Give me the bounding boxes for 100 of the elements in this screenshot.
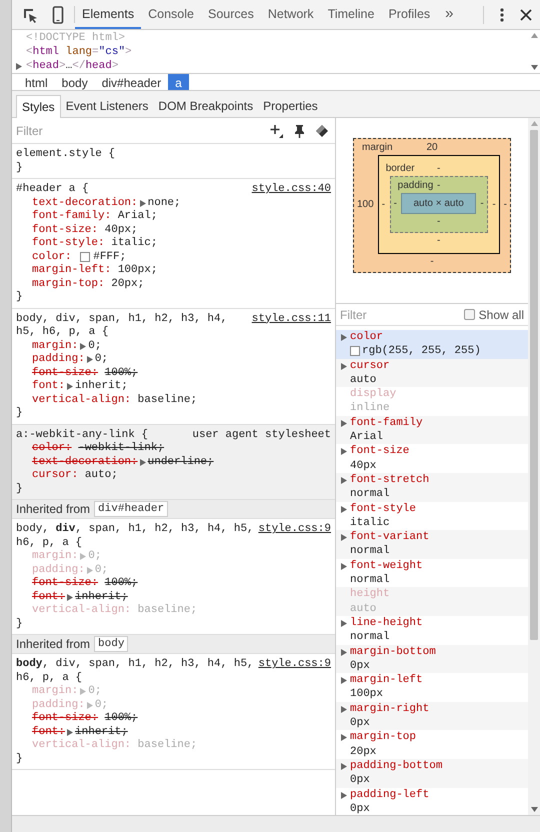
computed-row[interactable]: font-variant normal bbox=[336, 530, 528, 559]
computed-row[interactable]: padding-bottom 0px bbox=[336, 758, 528, 788]
expand-arrow-icon[interactable] bbox=[340, 447, 348, 456]
panel-tab[interactable]: Elements bbox=[75, 0, 142, 29]
more-tabs-button[interactable]: » bbox=[437, 0, 462, 29]
property-name: font-variant bbox=[350, 530, 430, 544]
expand-arrow-icon[interactable] bbox=[340, 648, 348, 657]
color-swatch[interactable] bbox=[80, 252, 90, 262]
phone-icon[interactable] bbox=[52, 6, 64, 24]
sidebar-tab[interactable]: Styles bbox=[16, 95, 61, 118]
source-link[interactable]: style.css:11 bbox=[252, 312, 331, 326]
property-value: baseline; bbox=[138, 394, 198, 407]
property-name: margin-bottom bbox=[350, 644, 436, 659]
expand-arrow-icon[interactable] bbox=[79, 342, 88, 351]
property-name: font-style bbox=[350, 502, 416, 516]
expand-arrow-icon[interactable] bbox=[340, 476, 348, 485]
expand-arrow-icon[interactable] bbox=[138, 198, 147, 208]
property-name: font: bbox=[32, 726, 66, 739]
box-value: - bbox=[492, 198, 496, 212]
pin-icon[interactable] bbox=[294, 124, 305, 138]
more-icon[interactable] bbox=[500, 6, 504, 22]
expand-arrow-icon[interactable] bbox=[340, 790, 348, 800]
property-name: margin-left: bbox=[32, 264, 112, 278]
source-link[interactable]: style.css:9 bbox=[258, 658, 331, 672]
sidebar-tab[interactable]: Event Listeners bbox=[60, 95, 154, 117]
source-link[interactable]: style.css:9 bbox=[258, 523, 331, 536]
computed-row[interactable]: padding-left 0px bbox=[336, 788, 528, 815]
breadcrumb-item[interactable]: a bbox=[168, 74, 189, 90]
property-name: padding: bbox=[32, 353, 85, 366]
property-value: inherit; bbox=[75, 380, 128, 394]
breadcrumb-item[interactable]: body bbox=[54, 74, 95, 90]
breadcrumb-item[interactable]: div#header bbox=[94, 74, 168, 90]
css-selector: body, div, span, h1, h2, h3, h4, h5, h6, p, a { bbox=[16, 523, 254, 550]
node-link[interactable]: body bbox=[94, 636, 128, 652]
markup-text: > bbox=[125, 45, 132, 59]
color-swatch[interactable] bbox=[350, 346, 360, 356]
property-name: display bbox=[350, 387, 396, 402]
property-name: font-style: bbox=[32, 237, 105, 250]
expand-arrow-icon[interactable] bbox=[340, 418, 348, 428]
property-value: rgb(255, 255, 255) bbox=[362, 344, 481, 359]
property-name: height bbox=[350, 587, 390, 602]
diamond-icon[interactable] bbox=[315, 124, 329, 138]
expand-arrow-icon[interactable] bbox=[66, 592, 74, 602]
expand-arrow-icon[interactable] bbox=[138, 458, 147, 467]
closing-brace: } bbox=[16, 752, 24, 766]
property-value: inherit; bbox=[75, 590, 128, 604]
expand-arrow-icon[interactable] bbox=[340, 676, 348, 686]
computed-row[interactable]: cursor auto bbox=[336, 358, 528, 388]
markup-text: > bbox=[112, 59, 118, 73]
box-label: margin bbox=[361, 140, 393, 154]
expand-arrow-icon[interactable] bbox=[15, 62, 23, 70]
expand-arrow-icon[interactable] bbox=[340, 618, 348, 628]
expand-arrow-icon[interactable] bbox=[340, 562, 348, 571]
panel-tab[interactable]: Timeline bbox=[320, 0, 382, 29]
panel-tab[interactable]: Network bbox=[260, 0, 321, 29]
panel-tab[interactable]: Profiles bbox=[381, 0, 438, 29]
source-link[interactable]: style.css:40 bbox=[252, 183, 331, 196]
content-box: auto × auto bbox=[401, 193, 476, 214]
computed-row[interactable]: margin-bottom 0px bbox=[336, 644, 528, 674]
scrollbar-thumb[interactable] bbox=[530, 130, 538, 640]
property-value: 0; bbox=[94, 698, 108, 712]
computed-row[interactable]: color rgb(255, 255, 255) bbox=[336, 330, 528, 359]
expand-arrow-icon[interactable] bbox=[340, 733, 348, 742]
panel-tab[interactable]: Console bbox=[141, 0, 201, 29]
checkbox[interactable] bbox=[464, 309, 475, 320]
property-value: 0px bbox=[350, 716, 370, 730]
inspect-icon[interactable] bbox=[22, 6, 38, 22]
expand-arrow-icon[interactable] bbox=[340, 533, 348, 542]
expand-arrow-icon[interactable] bbox=[66, 728, 74, 737]
property-name: font: bbox=[32, 380, 66, 394]
add-rule-icon[interactable] bbox=[270, 124, 284, 138]
sidebar-tab[interactable]: DOM Breakpoints bbox=[153, 95, 258, 117]
expand-arrow-icon[interactable] bbox=[340, 333, 348, 342]
expand-arrow-icon[interactable] bbox=[86, 355, 94, 364]
expand-arrow-icon[interactable] bbox=[340, 704, 348, 714]
computed-row[interactable]: margin-right 0px bbox=[336, 702, 528, 730]
property-value: inherit; bbox=[75, 726, 128, 739]
property-name: font-family bbox=[350, 416, 423, 430]
inherited-label: Inherited from bbox=[16, 636, 90, 653]
markup-text: = bbox=[92, 45, 99, 59]
filter-field[interactable]: Filter bbox=[340, 306, 464, 324]
expand-arrow-icon[interactable] bbox=[66, 382, 74, 392]
panel-tab[interactable]: Sources bbox=[200, 0, 261, 29]
close-icon[interactable] bbox=[520, 8, 532, 20]
property-value: -webkit-link; bbox=[78, 442, 164, 456]
scroll-down-icon bbox=[530, 807, 538, 812]
property-name: padding-left bbox=[350, 788, 430, 802]
computed-row[interactable]: font-stretch normal bbox=[336, 472, 528, 502]
computed-row[interactable]: font-family Arial bbox=[336, 416, 528, 444]
expand-arrow-icon[interactable] bbox=[340, 504, 348, 514]
node-link[interactable]: div#header bbox=[94, 501, 168, 517]
expand-arrow-icon[interactable] bbox=[340, 762, 348, 771]
filter-field[interactable]: Filter bbox=[16, 122, 270, 140]
property-value: 0px bbox=[350, 773, 370, 788]
expand-arrow-icon[interactable] bbox=[340, 362, 348, 371]
property-name: line-height bbox=[350, 616, 423, 630]
breadcrumb-item[interactable]: html bbox=[18, 74, 55, 90]
property-value: 0px bbox=[350, 658, 370, 674]
sidebar-tab[interactable]: Properties bbox=[258, 95, 323, 117]
property-name: color: bbox=[32, 442, 72, 456]
